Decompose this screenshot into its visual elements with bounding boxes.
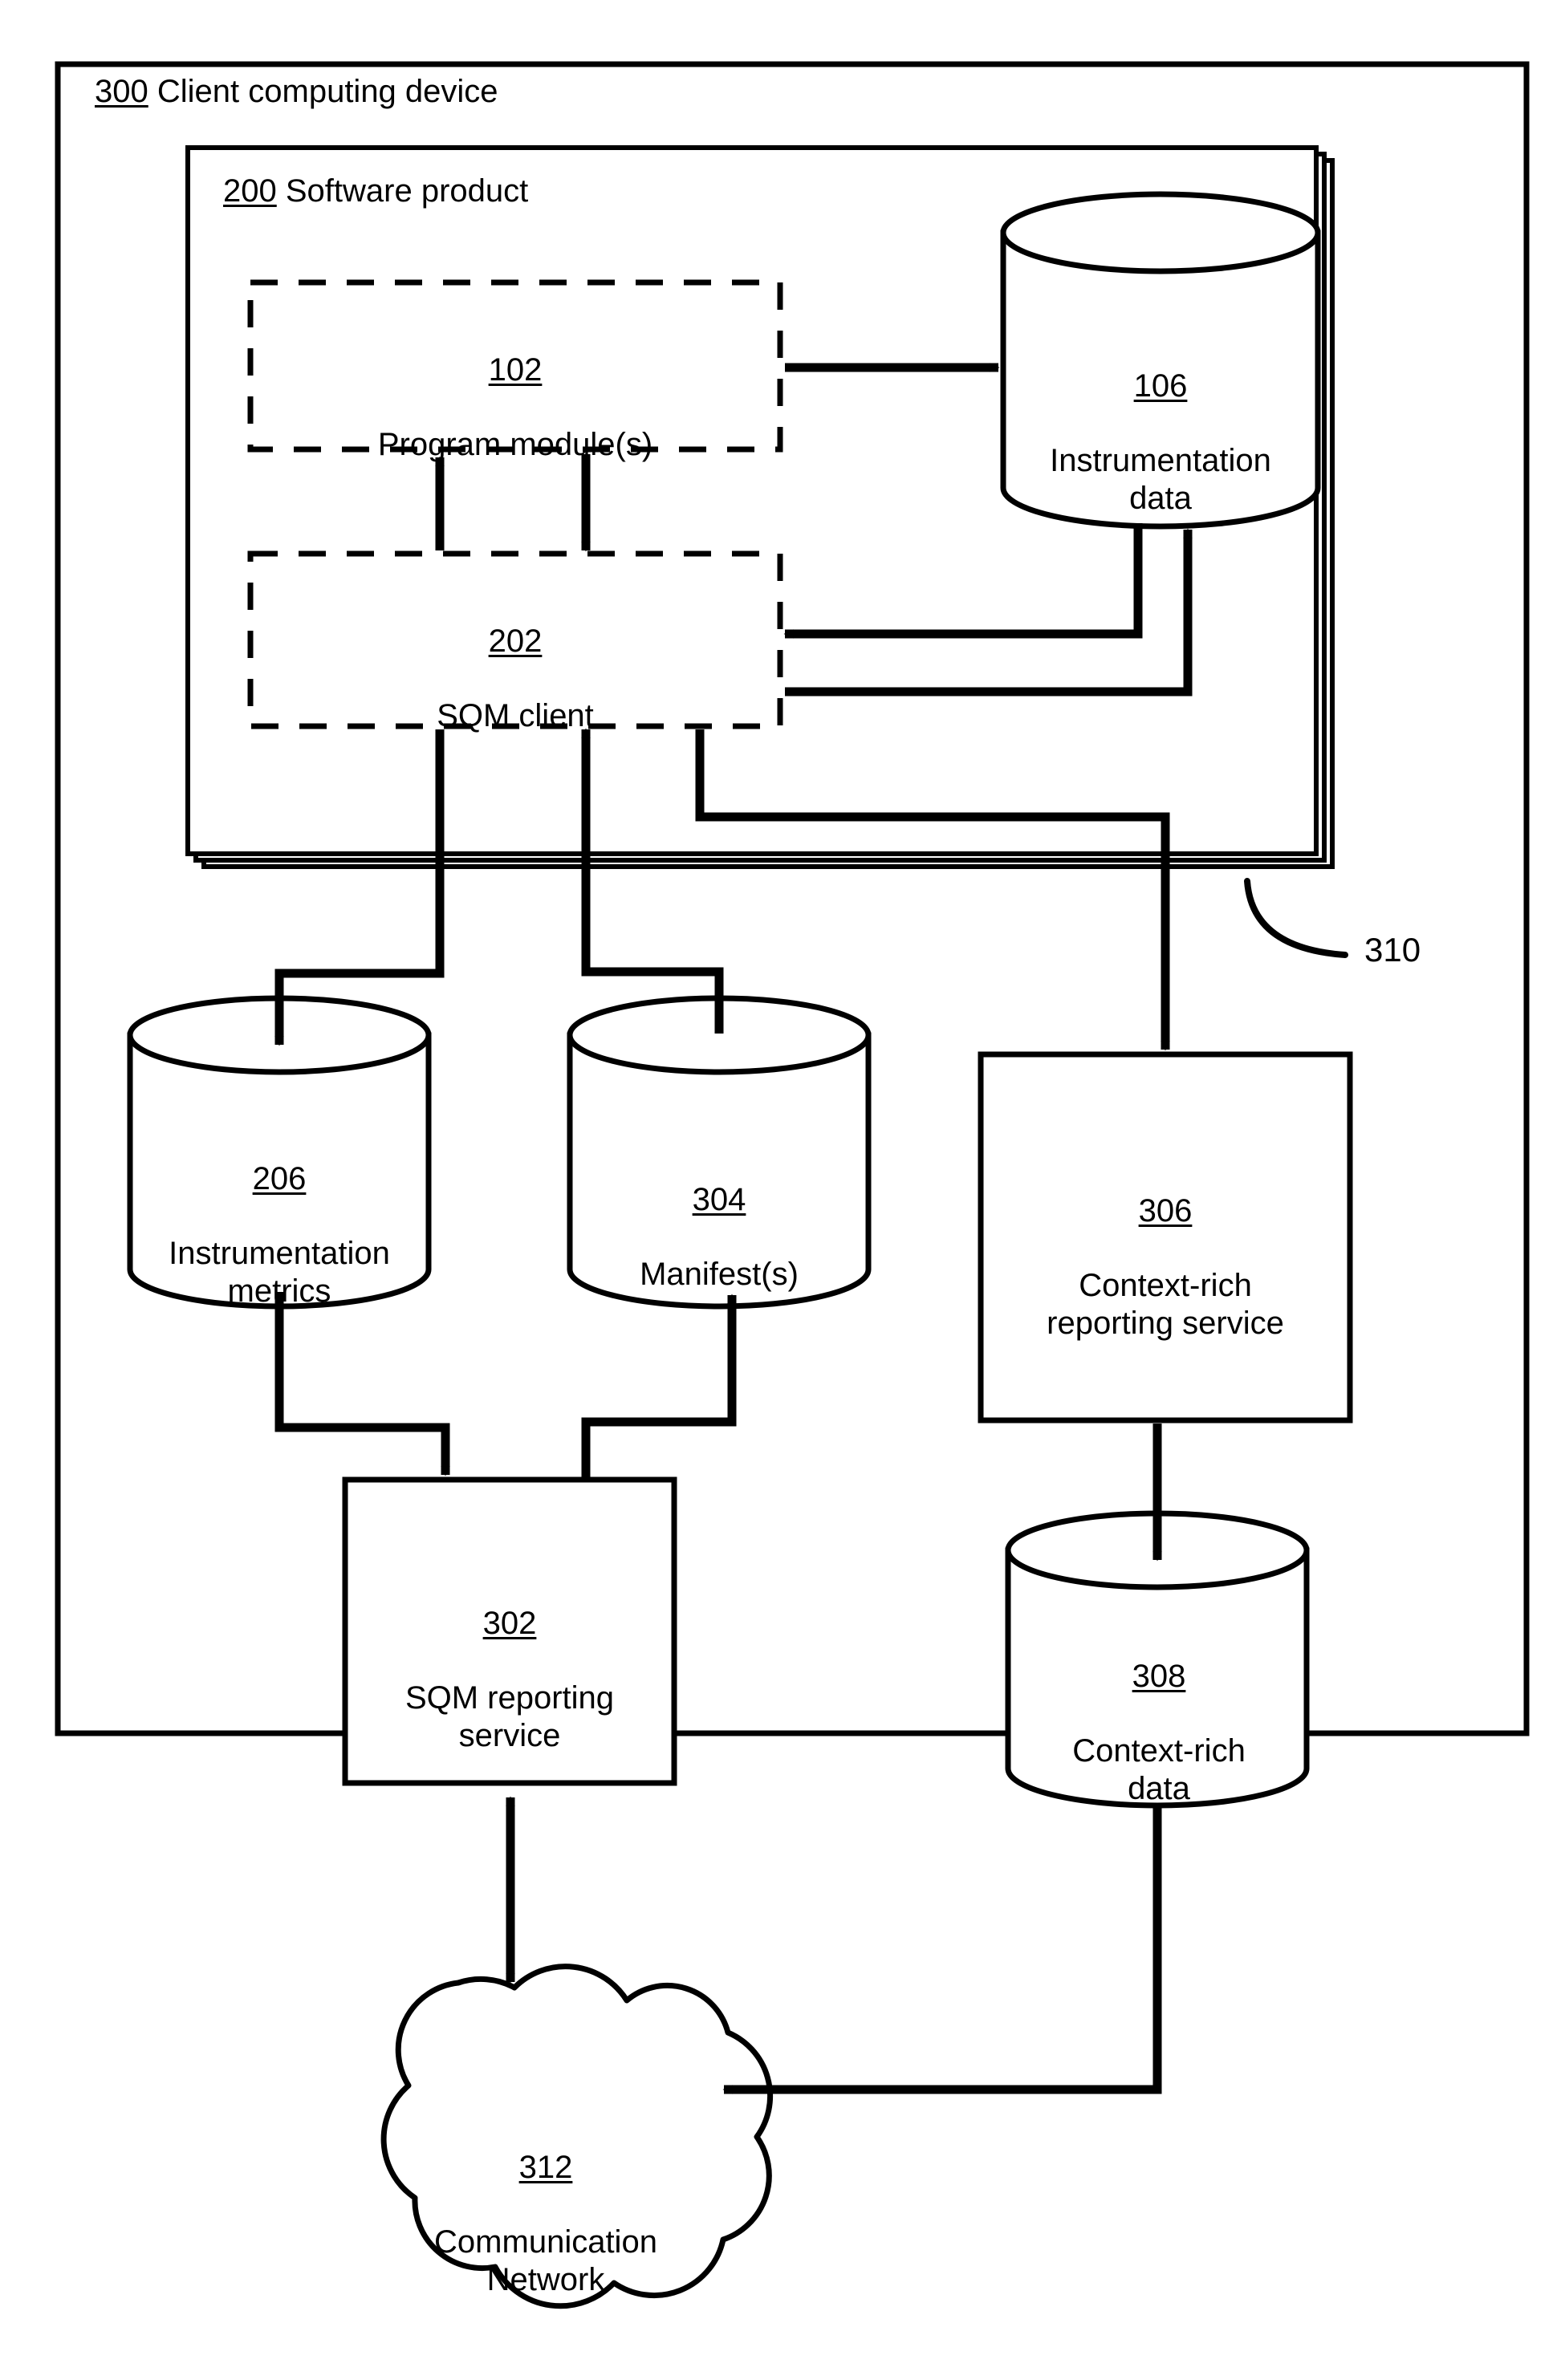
context-rich-reporting-service-box-306	[978, 1051, 1353, 1424]
outer-container-label-text: Client computing device	[157, 74, 498, 109]
connector-308-to-312	[722, 1805, 1162, 2094]
stack-callout-leader-310	[1244, 878, 1348, 958]
instrumentation-data-cylinder-106	[1000, 191, 1321, 530]
program-modules-box-102	[247, 279, 783, 453]
sqm-reporting-service-box-302	[342, 1476, 677, 1786]
sqm-client-box-202	[247, 550, 783, 729]
ref-number-300: 300	[95, 74, 148, 109]
software-product-label-text: Software product	[285, 173, 529, 209]
manifests-cylinder-304	[567, 995, 872, 1310]
communication-network-cloud-312	[380, 1964, 774, 2309]
ref-number-200: 200	[223, 173, 277, 209]
stack-callout-number-310: 310	[1364, 931, 1421, 969]
patent-figure: 300 Client computing device 200 Software…	[0, 0, 1561, 2380]
software-product-label-200: 200 Software product	[223, 173, 528, 209]
connector-302-to-304	[581, 1294, 737, 1480]
outer-container-label-300: 300 Client computing device	[95, 74, 498, 110]
figure-diagram-canvas	[55, 61, 1530, 2309]
connector-206-to-302	[274, 1292, 450, 1476]
